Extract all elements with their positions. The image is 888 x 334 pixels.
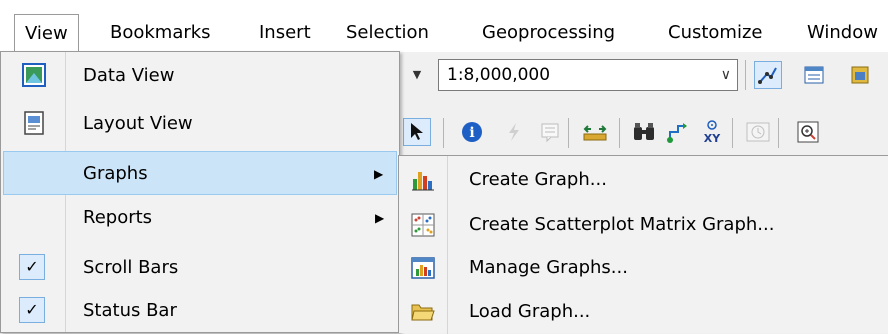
toolbar-separator	[443, 118, 444, 148]
find-icon[interactable]	[630, 118, 658, 146]
time-slider-icon[interactable]	[744, 118, 772, 146]
create-viewer-window-icon[interactable]	[794, 118, 822, 146]
graphs-menu-item-label: Create Scatterplot Matrix Graph...	[469, 214, 775, 235]
svg-text:i: i	[469, 125, 474, 141]
view-menu-item-label: Layout View	[83, 113, 193, 134]
graphs-menu-item-label: Create Graph...	[469, 169, 607, 190]
toolbar-separator	[732, 118, 733, 148]
create-graph-icon	[409, 166, 437, 194]
view-menu-item-label: Reports	[83, 207, 153, 228]
graphs-menu-item-manage-graphs[interactable]: Manage Graphs...	[401, 246, 888, 290]
view-menu-item-label: Graphs	[83, 163, 148, 184]
view-menu-item-data-view[interactable]: Data View	[3, 54, 397, 98]
load-graph-folder-icon	[409, 298, 437, 326]
toolbar-separator	[745, 60, 746, 90]
checkmark-icon: ✓	[19, 297, 45, 323]
checkmark-icon: ✓	[19, 254, 45, 280]
data-view-icon	[21, 62, 47, 88]
submenu-arrow-icon: ▶	[375, 211, 385, 225]
chevron-down-icon[interactable]: ▼	[405, 59, 429, 91]
chevron-down-icon[interactable]: ∨	[721, 60, 731, 90]
menu-bookmarks[interactable]: Bookmarks	[110, 14, 211, 52]
view-menu-item-graphs[interactable]: Graphs ▶	[3, 151, 397, 195]
html-popup-icon[interactable]	[536, 118, 564, 146]
graphs-menu-item-load-graph[interactable]: Load Graph...	[401, 290, 888, 334]
graphs-menu-item-label: Manage Graphs...	[469, 257, 628, 278]
toolbar-separator	[619, 118, 620, 148]
graphs-menu-item-label: Load Graph...	[469, 301, 591, 322]
menu-bar: View Bookmarks Insert Selection Geoproce…	[0, 0, 888, 52]
menu-insert[interactable]: Insert	[259, 14, 311, 52]
select-elements-icon[interactable]	[403, 118, 431, 146]
scatterplot-matrix-icon	[409, 211, 437, 239]
go-to-xy-icon[interactable]: XY	[698, 118, 726, 146]
submenu-arrow-icon: ▶	[374, 167, 384, 181]
toolbar-separator	[778, 118, 779, 148]
svg-text:XY: XY	[704, 132, 721, 145]
table-of-contents-icon[interactable]	[800, 61, 828, 89]
editor-toolbar-icon[interactable]	[754, 61, 782, 89]
menu-selection[interactable]: Selection	[346, 14, 429, 52]
menu-view[interactable]: View	[14, 14, 79, 52]
hyperlink-icon[interactable]	[500, 118, 528, 146]
graphs-submenu: Create Graph... Create Scatterplot Matri…	[398, 155, 888, 334]
view-menu-item-layout-view[interactable]: Layout View	[3, 102, 397, 146]
map-scale-combobox[interactable]: 1:8,000,000 ∨	[438, 59, 738, 91]
layout-view-icon	[21, 110, 47, 136]
view-menu-item-label: Data View	[83, 65, 175, 86]
view-menu-item-status-bar[interactable]: ✓ Status Bar	[3, 289, 397, 333]
view-menu-item-reports[interactable]: Reports ▶	[3, 196, 397, 240]
catalog-icon[interactable]	[846, 61, 874, 89]
view-menu-item-label: Status Bar	[83, 300, 177, 321]
view-menu-dropdown: Data View Layout View Graphs ▶ Reports ▶…	[0, 51, 400, 333]
graphs-menu-item-create-scatterplot-matrix[interactable]: Create Scatterplot Matrix Graph...	[401, 203, 888, 247]
identify-icon[interactable]: i	[458, 118, 486, 146]
map-scale-value: 1:8,000,000	[447, 65, 551, 85]
menu-geoprocessing[interactable]: Geoprocessing	[482, 14, 615, 52]
toolbar-separator	[568, 118, 569, 148]
graphs-menu-item-create-graph[interactable]: Create Graph...	[401, 158, 888, 202]
measure-icon[interactable]	[581, 118, 609, 146]
find-route-icon[interactable]	[664, 118, 692, 146]
view-menu-item-scroll-bars[interactable]: ✓ Scroll Bars	[3, 246, 397, 290]
menu-window[interactable]: Window	[807, 14, 878, 52]
manage-graphs-icon	[409, 254, 437, 282]
view-menu-item-label: Scroll Bars	[83, 257, 179, 278]
menu-customize[interactable]: Customize	[668, 14, 762, 52]
